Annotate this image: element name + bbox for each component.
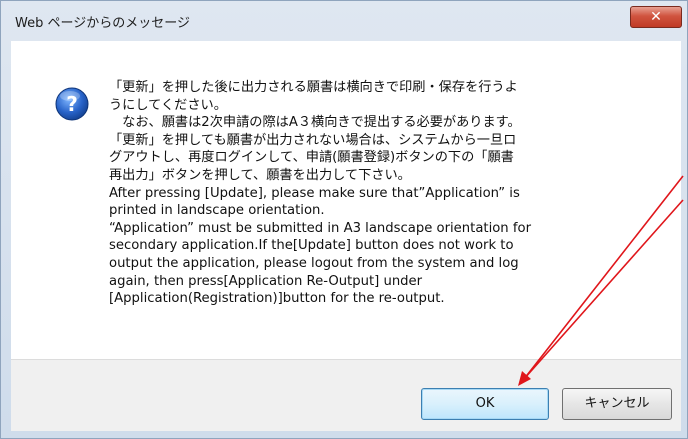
- cancel-button[interactable]: キャンセル: [562, 388, 672, 420]
- message-line: After pressing [Update], please make sur…: [109, 185, 520, 201]
- message-line: うにしてください。: [109, 97, 227, 113]
- message-line: [Application(Registration)]button for th…: [109, 291, 445, 307]
- button-bar: OK キャンセル: [11, 359, 681, 431]
- message-dialog: Web ページからのメッセージ ✕ ? 「更新」を押した後に出力される願書は横向…: [0, 0, 688, 439]
- message-line: again, then press[Application Re-Output]…: [109, 273, 423, 289]
- svg-text:?: ?: [66, 92, 78, 116]
- title-bar[interactable]: Web ページからのメッセージ ✕: [1, 1, 687, 35]
- close-button[interactable]: ✕: [630, 6, 682, 28]
- message-line: 「更新」を押した後に出力される願書は横向きで印刷・保存を行うよ: [109, 80, 518, 95]
- message-line: secondary application.If the[Update] but…: [109, 238, 514, 254]
- message-line: 再出力」ボタンを押して、願書を出力して下さい。: [109, 167, 411, 183]
- message-line: “Application” must be submitted in A3 la…: [109, 220, 531, 236]
- message-line: 「更新」を押しても願書が出力されない場合は、システムから一旦ロ: [109, 132, 517, 148]
- dialog-title: Web ページからのメッセージ: [15, 16, 190, 31]
- question-icon: ?: [55, 87, 89, 121]
- message-line: なお、願書は2次申請の際はA３横向きで提出する必要があります。: [109, 115, 521, 131]
- message-line: output the application, please logout fr…: [109, 255, 519, 271]
- close-icon: ✕: [650, 9, 662, 25]
- ok-button[interactable]: OK: [421, 388, 549, 420]
- message-line: printed in landscape orientation.: [109, 203, 325, 219]
- message-line: グアウトし、再度ログインして、申請(願書登録)ボタンの下の「願書: [109, 150, 514, 166]
- message-text: 「更新」を押した後に出力される願書は横向きで印刷・保存を行うよ うにしてください。…: [109, 79, 649, 308]
